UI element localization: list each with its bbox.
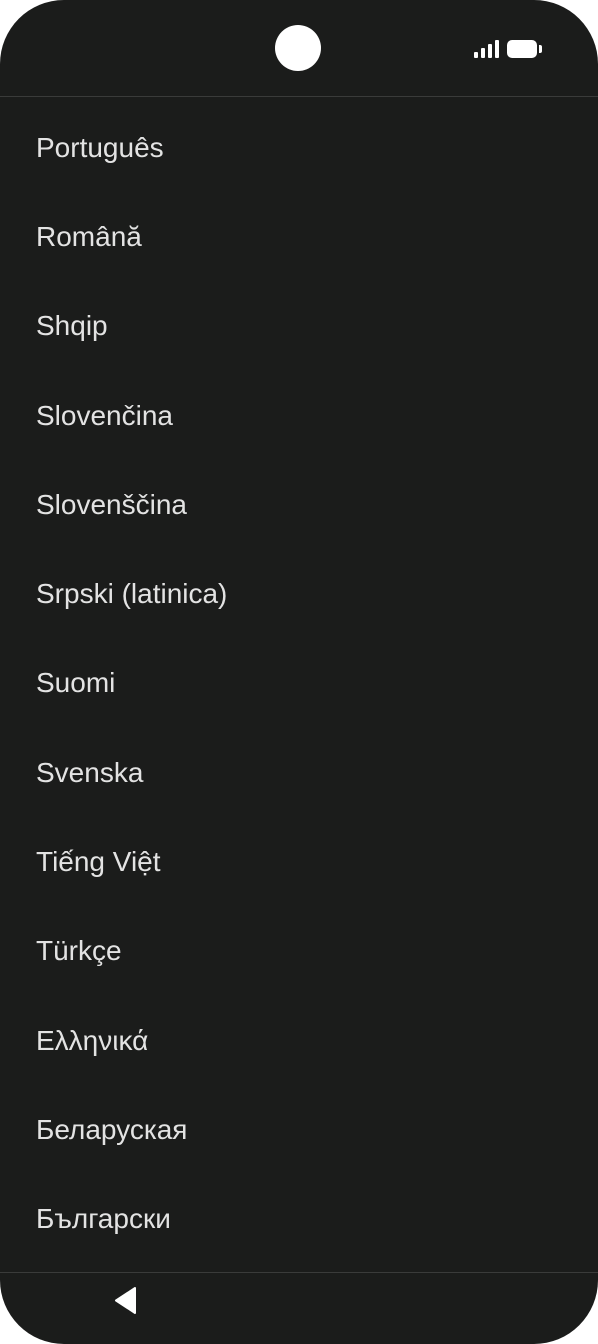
language-item-tieng-viet[interactable]: Tiếng Việt (0, 817, 598, 906)
language-list[interactable]: Português Română Shqip Slovenčina Sloven… (0, 97, 598, 1272)
phone-screen: Português Română Shqip Slovenčina Sloven… (0, 0, 598, 1344)
language-item-belaruskaya[interactable]: Беларуская (0, 1085, 598, 1174)
language-item-romana[interactable]: Română (0, 192, 598, 281)
navigation-bar (0, 1273, 598, 1344)
language-item-portugues[interactable]: Português (0, 103, 598, 192)
front-camera-cutout (275, 25, 321, 71)
language-item-balgarski[interactable]: Български (0, 1175, 598, 1264)
battery-icon (507, 40, 542, 58)
signal-strength-icon (474, 40, 500, 58)
language-item-suomi[interactable]: Suomi (0, 639, 598, 728)
language-item-svenska[interactable]: Svenska (0, 728, 598, 817)
back-button[interactable] (104, 1279, 148, 1323)
language-item-shqip[interactable]: Shqip (0, 282, 598, 371)
back-triangle-icon (115, 1287, 136, 1314)
language-item-ellinika[interactable]: Ελληνικά (0, 996, 598, 1085)
language-item-srpski-latinica[interactable]: Srpski (latinica) (0, 549, 598, 638)
language-item-turkce[interactable]: Türkçe (0, 907, 598, 996)
language-item-slovenscina[interactable]: Slovenščina (0, 460, 598, 549)
language-item-slovencina[interactable]: Slovenčina (0, 371, 598, 460)
status-bar (0, 0, 598, 96)
